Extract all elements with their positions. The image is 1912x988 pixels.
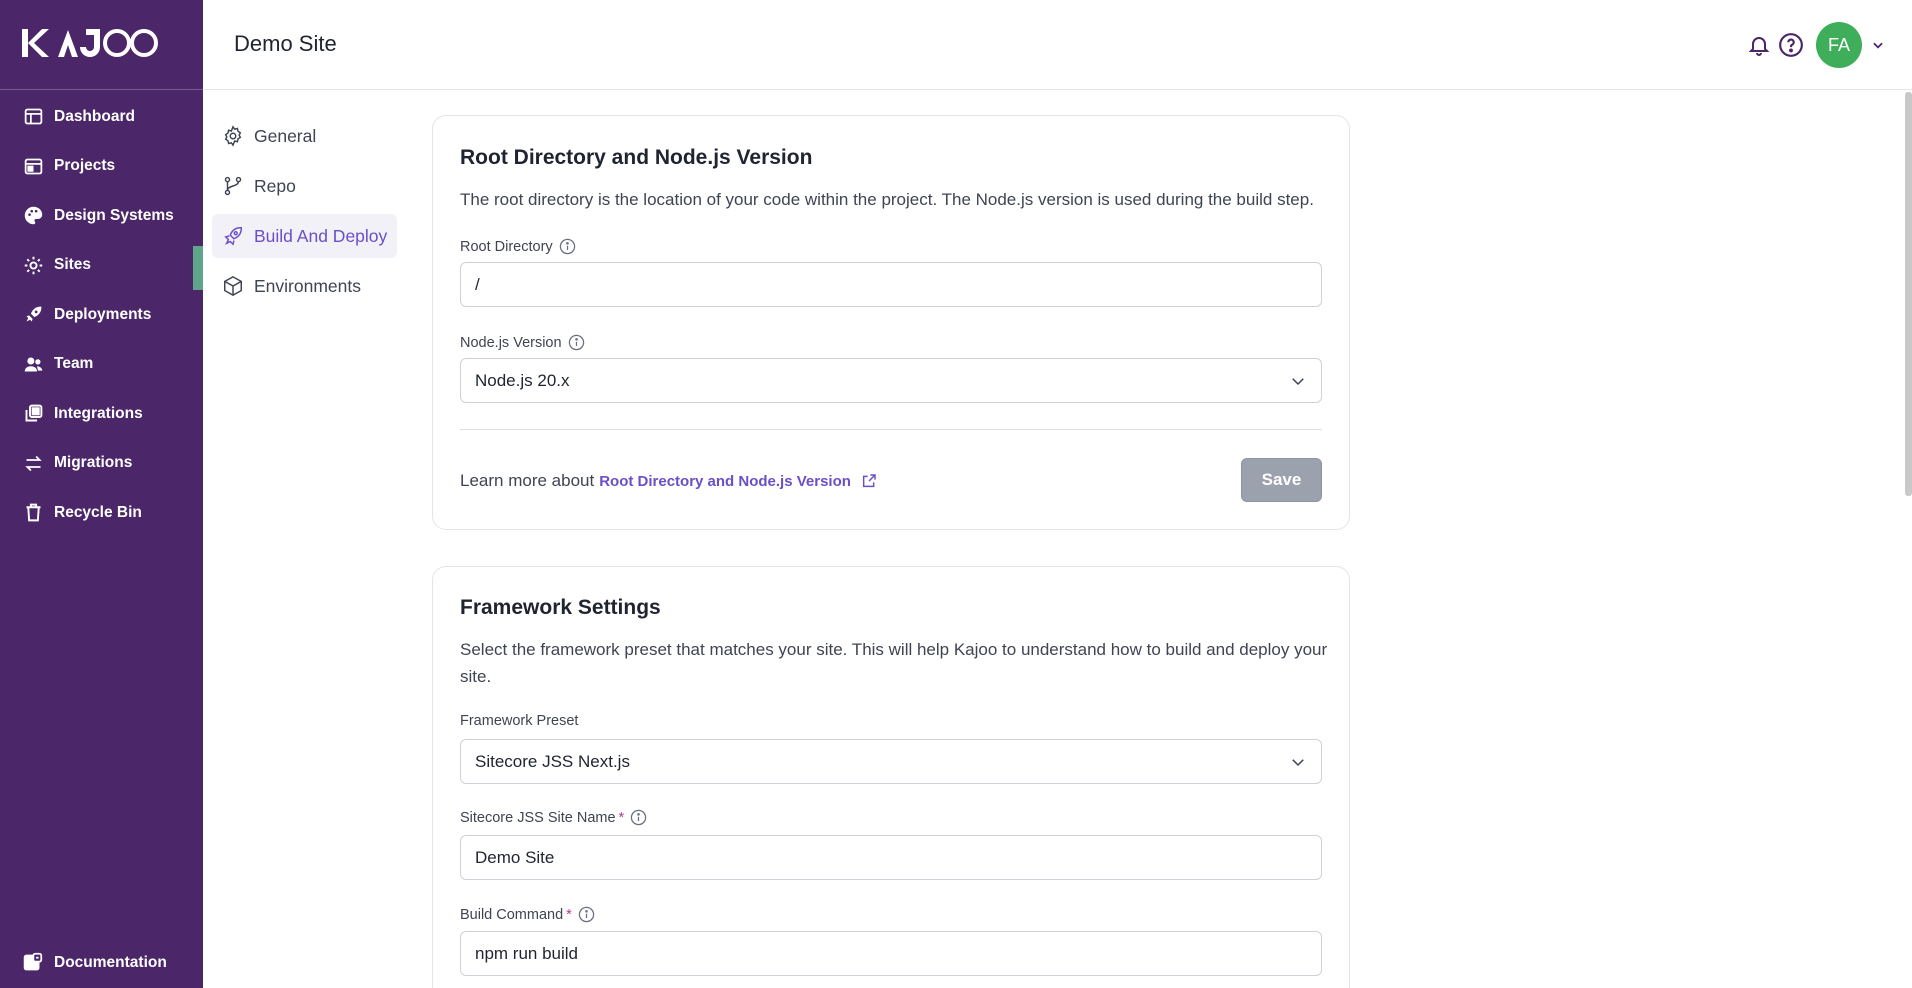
gear-icon	[222, 125, 244, 147]
sidebar-divider	[0, 89, 203, 90]
root-directory-label: Root Directory	[460, 238, 576, 255]
subnav-item-environments[interactable]: Environments	[212, 264, 397, 308]
branch-icon	[222, 175, 244, 197]
bell-icon[interactable]	[1744, 30, 1774, 60]
settings-subnav: General Repo Build And Deploy Environmen…	[212, 114, 397, 314]
sidebar-item-label: Migrations	[54, 454, 133, 472]
divider	[460, 429, 1322, 430]
node-version-select[interactable]: Node.js 20.x	[460, 358, 1322, 403]
external-link-icon[interactable]	[861, 473, 877, 489]
node-version-label: Node.js Version	[460, 334, 585, 351]
site-name-label: Sitecore JSS Site Name *	[460, 809, 647, 826]
subnav-label: Build And Deploy	[254, 225, 388, 246]
site-name-input[interactable]: Demo Site	[460, 835, 1322, 880]
select-value: Node.js 20.x	[475, 370, 570, 390]
info-icon[interactable]	[578, 906, 595, 923]
sidebar-item-label: Projects	[54, 157, 116, 175]
sidebar: Dashboard Projects Design Systems Sites …	[0, 0, 203, 988]
sidebar-item-integrations[interactable]: Integrations	[0, 389, 203, 439]
documentation-icon	[22, 952, 44, 974]
sidebar-item-label: Design Systems	[54, 206, 174, 224]
page-scrollbar[interactable]	[1905, 92, 1912, 496]
palette-icon	[22, 205, 44, 227]
rocket-icon	[22, 304, 44, 326]
save-button[interactable]: Save	[1241, 458, 1322, 502]
sidebar-item-deployments[interactable]: Deployments	[0, 290, 203, 340]
main-nav: Dashboard Projects Design Systems Sites …	[0, 92, 203, 538]
help-icon[interactable]	[1776, 30, 1806, 60]
integrations-icon	[22, 403, 44, 425]
chevron-down-icon	[1292, 378, 1304, 386]
chevron-down-icon[interactable]	[1870, 37, 1886, 53]
learn-more: Learn more about Root Directory and Node…	[460, 471, 877, 491]
sidebar-item-label: Team	[54, 355, 94, 373]
sidebar-item-label: Deployments	[54, 305, 152, 323]
framework-settings-card: Framework Settings Select the framework …	[432, 566, 1350, 988]
card-description: The root directory is the location of yo…	[460, 190, 1314, 209]
subnav-label: General	[254, 125, 317, 146]
subnav-label: Environments	[254, 275, 361, 296]
field-label-text: Sitecore JSS Site Name	[460, 809, 616, 826]
arrows-icon	[22, 452, 44, 474]
projects-icon	[22, 155, 44, 177]
card-title: Framework Settings	[460, 596, 661, 619]
required-mark: *	[618, 809, 625, 826]
sidebar-item-migrations[interactable]: Migrations	[0, 439, 203, 489]
field-label-text: Framework Preset	[460, 713, 579, 729]
build-command-input[interactable]: npm run build	[460, 931, 1322, 976]
build-command-label: Build Command *	[460, 906, 595, 923]
subnav-item-build-and-deploy[interactable]: Build And Deploy	[212, 214, 397, 258]
sidebar-item-label: Sites	[54, 256, 92, 274]
top-bar: Demo Site FA	[203, 0, 1912, 90]
subnav-item-repo[interactable]: Repo	[212, 164, 397, 208]
kajoo-logo[interactable]	[22, 26, 178, 60]
team-icon	[22, 353, 44, 375]
root-directory-input[interactable]: /	[460, 262, 1322, 307]
input-value: /	[475, 274, 480, 294]
info-icon[interactable]	[559, 238, 576, 255]
input-value: Demo Site	[475, 847, 555, 867]
sidebar-item-design-systems[interactable]: Design Systems	[0, 191, 203, 241]
documentation-label: Documentation	[54, 954, 167, 971]
learn-more-prefix: Learn more about	[460, 471, 595, 490]
sidebar-item-label: Dashboard	[54, 107, 135, 125]
info-icon[interactable]	[568, 334, 585, 351]
gear-icon	[22, 254, 44, 276]
cube-icon	[222, 275, 244, 297]
subnav-label: Repo	[254, 175, 296, 196]
sidebar-item-documentation[interactable]: Documentation	[0, 938, 203, 988]
sidebar-item-projects[interactable]: Projects	[0, 142, 203, 192]
input-value: npm run build	[475, 943, 579, 963]
rocket-icon	[222, 225, 244, 247]
learn-more-link[interactable]: Root Directory and Node.js Version	[599, 473, 851, 490]
card-title: Root Directory and Node.js Version	[460, 146, 813, 169]
framework-preset-label: Framework Preset	[460, 713, 578, 729]
trash-icon	[22, 502, 44, 524]
field-label-text: Node.js Version	[460, 334, 562, 351]
framework-preset-select[interactable]: Sitecore JSS Next.js	[460, 739, 1322, 784]
field-label-text: Root Directory	[460, 238, 553, 255]
field-label-text: Build Command	[460, 906, 564, 923]
page-title: Demo Site	[234, 31, 337, 56]
sidebar-item-label: Recycle Bin	[54, 503, 142, 521]
card-description: Select the framework preset that matches…	[460, 640, 1328, 686]
chevron-down-icon	[1292, 759, 1304, 767]
sidebar-item-recycle-bin[interactable]: Recycle Bin	[0, 488, 203, 538]
sidebar-item-label: Integrations	[54, 404, 143, 422]
subnav-item-general[interactable]: General	[212, 114, 397, 158]
top-actions: FA	[1742, 22, 1886, 68]
select-value: Sitecore JSS Next.js	[475, 751, 630, 771]
info-icon[interactable]	[630, 809, 647, 826]
avatar[interactable]: FA	[1816, 22, 1862, 68]
logo-mark	[22, 29, 158, 57]
sidebar-item-team[interactable]: Team	[0, 340, 203, 390]
dashboard-icon	[22, 106, 44, 128]
sidebar-item-sites[interactable]: Sites	[0, 241, 203, 291]
required-mark: *	[566, 906, 572, 923]
root-directory-card: Root Directory and Node.js Version The r…	[432, 115, 1350, 530]
sidebar-item-dashboard[interactable]: Dashboard	[0, 92, 203, 142]
